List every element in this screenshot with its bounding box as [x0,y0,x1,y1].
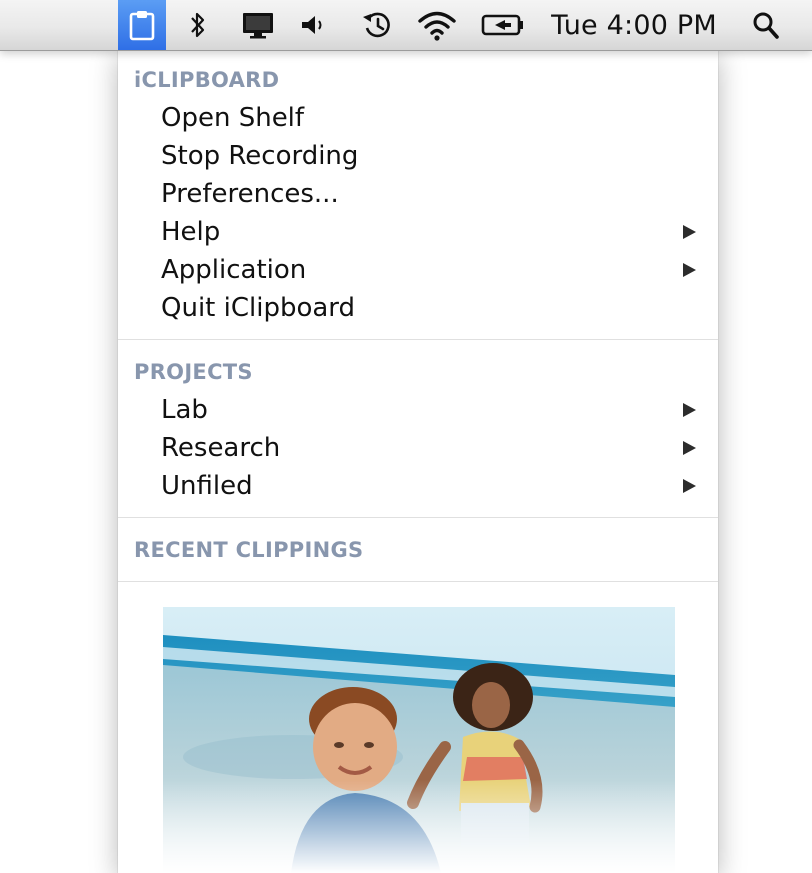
submenu-arrow-icon [683,403,696,417]
iclipboard-icon [129,9,155,41]
menu-item-label: Application [161,255,307,285]
beach-photo-thumbnail [163,607,675,873]
iclipboard-menu-extra[interactable] [118,0,166,50]
bluetooth-icon [189,10,207,40]
menu-separator [118,517,718,518]
wifi-icon [417,9,457,41]
spotlight-search-icon [752,10,780,40]
section-header-projects: PROJECTS [134,360,253,384]
menu-separator [118,339,718,340]
time-machine-menu[interactable] [358,0,396,50]
menu-item-stop-recording[interactable]: Stop Recording [118,137,718,175]
time-machine-icon [361,9,393,41]
recent-clipping-thumbnail[interactable] [163,607,675,873]
menu-item-application[interactable]: Application [118,251,718,289]
submenu-arrow-icon [683,225,696,239]
display-menu[interactable] [236,0,280,50]
bluetooth-menu[interactable] [184,0,212,50]
menu-item-open-shelf[interactable]: Open Shelf [118,99,718,137]
submenu-arrow-icon [683,263,696,277]
iclipboard-dropdown-menu: iCLIPBOARD Open Shelf Stop Recording Pre… [118,50,718,873]
menu-item-label: Stop Recording [161,141,359,171]
menu-item-quit-iclipboard[interactable]: Quit iClipboard [118,289,718,327]
menu-item-label: Unfiled [161,471,253,501]
display-icon [240,10,276,40]
menu-item-label: Help [161,217,221,247]
menu-item-label: Preferences... [161,179,339,209]
submenu-arrow-icon [683,441,696,455]
section-header-recent-clippings: RECENT CLIPPINGS [134,538,364,562]
menu-item-project-lab[interactable]: Lab [118,391,718,429]
section-header-iclipboard: iCLIPBOARD [134,68,280,92]
menu-item-project-unfiled[interactable]: Unfiled [118,467,718,505]
wifi-menu[interactable] [414,0,460,50]
menu-item-label: Research [161,433,281,463]
menu-bar: Tue 4:00 PM [0,0,812,51]
menu-separator [118,581,718,582]
menu-item-preferences[interactable]: Preferences... [118,175,718,213]
menu-item-help[interactable]: Help [118,213,718,251]
battery-icon [481,12,525,38]
menu-item-label: Quit iClipboard [161,293,356,323]
volume-icon [299,12,327,38]
submenu-arrow-icon [683,479,696,493]
menu-item-project-research[interactable]: Research [118,429,718,467]
menubar-clock[interactable]: Tue 4:00 PM [546,0,722,50]
menu-item-label: Lab [161,395,208,425]
spotlight-menu[interactable] [748,0,784,50]
volume-menu[interactable] [296,0,330,50]
menu-item-label: Open Shelf [161,103,305,133]
battery-menu[interactable] [478,0,528,50]
